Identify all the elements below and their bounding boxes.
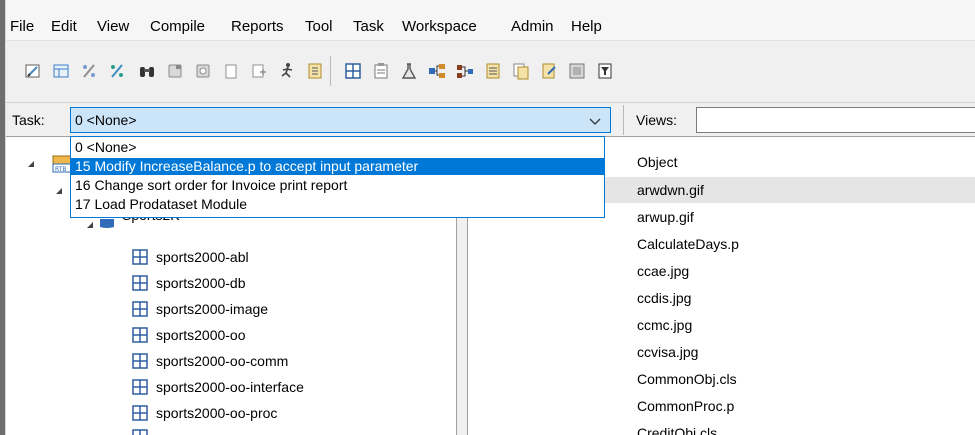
menu-admin[interactable]: Admin [511,18,554,36]
tree-item[interactable]: sports2000-image [132,299,268,319]
task-label: Task: [12,112,45,128]
object-name: arwup.gif [637,209,694,225]
object-name: arwdwn.gif [637,182,704,198]
object-name: CommonProc.p [637,398,735,414]
tree-item-label: sports2000-abl [156,249,249,265]
menu-file[interactable]: File [10,18,34,36]
chevron-down-icon[interactable] [588,114,602,126]
views-input[interactable] [696,107,975,133]
task-option[interactable]: 17 Load Prodataset Module [71,196,604,213]
object-row[interactable]: ccae.jpg [468,258,975,284]
run-icon[interactable] [276,60,298,82]
object-name: ccvisa.jpg [637,344,699,360]
collapse-icon[interactable] [54,186,64,196]
toolbar [6,40,975,102]
table-icon [132,379,148,395]
object-name: ccdis.jpg [637,290,692,306]
menu-reports[interactable]: Reports [231,18,284,36]
task-option[interactable]: 0 <None> [71,139,604,156]
tree-item-label: sports2000-db [156,275,246,291]
task-option[interactable]: 16 Change sort order for Invoice print r… [71,177,604,194]
menu-compile[interactable]: Compile [150,18,205,36]
menu-edit[interactable]: Edit [51,18,77,36]
object-icon[interactable] [164,60,186,82]
flask-icon[interactable] [398,60,420,82]
menu-workspace[interactable]: Workspace [402,18,477,36]
filter-icon[interactable] [594,60,616,82]
views-label: Views: [636,112,677,128]
table-icon [132,301,148,317]
document-edit-icon[interactable] [538,60,560,82]
object-row[interactable]: ccmc.jpg [468,312,975,338]
object-name: CommonObj.cls [637,371,737,387]
tree-item-label: sports2000-oo [156,327,246,343]
table-icon [132,249,148,265]
table-icon [132,405,148,421]
grid-icon[interactable] [342,60,364,82]
menu-view[interactable]: View [97,18,129,36]
task-option-highlighted[interactable]: 15 Modify IncreaseBalance.p to accept in… [71,158,604,175]
toolbar-separator [330,56,331,86]
tree-item-label: sports2000-oo-comm [156,353,289,369]
tree-item-label: sports2000-oo-proc [156,405,278,421]
object-row[interactable]: CommonProc.p [468,393,975,419]
tree-item[interactable]: sports2000-abl [132,247,249,267]
object-alt-icon[interactable] [192,60,214,82]
tree-item[interactable]: sports2000-db [132,273,246,293]
table-view-icon[interactable] [50,60,72,82]
report-icon[interactable] [304,60,326,82]
tree-item[interactable]: sports2000-oo-proc [132,403,277,423]
object-name: ccmc.jpg [637,317,693,333]
object-row[interactable]: CreditObj.cls [468,420,975,435]
object-row[interactable]: CommonObj.cls [468,366,975,392]
table-icon [132,429,148,435]
object-name: CalculateDays.p [637,236,739,252]
documents-icon[interactable] [510,60,532,82]
table-icon [132,275,148,291]
object-header-label: Object [637,154,678,170]
menu-task[interactable]: Task [353,18,384,36]
task-combobox[interactable]: 0 <None> [70,107,611,133]
binoculars-icon[interactable] [136,60,158,82]
table-icon [132,327,148,343]
object-name: CreditObj.cls [637,425,718,435]
task-bar: Task: 0 <None> Views: [6,102,975,136]
tree-link-icon[interactable] [454,60,476,82]
screen-icon[interactable] [566,60,588,82]
task-dropdown-list: 0 <None> 15 Modify IncreaseBalance.p to … [70,136,605,218]
tree-item[interactable]: sports2000-oo-interface [132,377,304,397]
percent-icon[interactable] [78,60,100,82]
percent-alt-icon[interactable] [106,60,128,82]
tree-item[interactable]: sports2000-oo [132,325,246,345]
svg-text:RTB: RTB [55,166,67,173]
menu-bar: File Edit View Compile Reports Tool Task… [6,0,975,40]
tree-item[interactable]: sports2000-oo-comm [132,351,288,371]
collapse-icon[interactable] [26,159,36,169]
tree-expand-icon[interactable] [426,60,448,82]
tree-item-label: sports2000-image [156,301,269,317]
tree-item-label: sports2000-oo-interface [156,379,304,395]
menu-tool[interactable]: Tool [305,18,333,36]
menu-help[interactable]: Help [571,18,602,36]
object-row[interactable]: ccdis.jpg [468,285,975,311]
collapse-icon[interactable] [85,220,95,230]
page-icon[interactable] [220,60,242,82]
checklist-icon[interactable] [482,60,504,82]
module-icon [100,219,114,228]
table-icon [132,353,148,369]
clipboard-icon[interactable] [370,60,392,82]
toolbar-separator [623,105,624,135]
object-row[interactable]: ccvisa.jpg [468,339,975,365]
task-combobox-value: 0 <None> [75,112,137,128]
copy-icon[interactable] [248,60,270,82]
object-row[interactable]: CalculateDays.p [468,231,975,257]
check-in-icon[interactable] [22,60,44,82]
object-name: ccae.jpg [637,263,690,279]
